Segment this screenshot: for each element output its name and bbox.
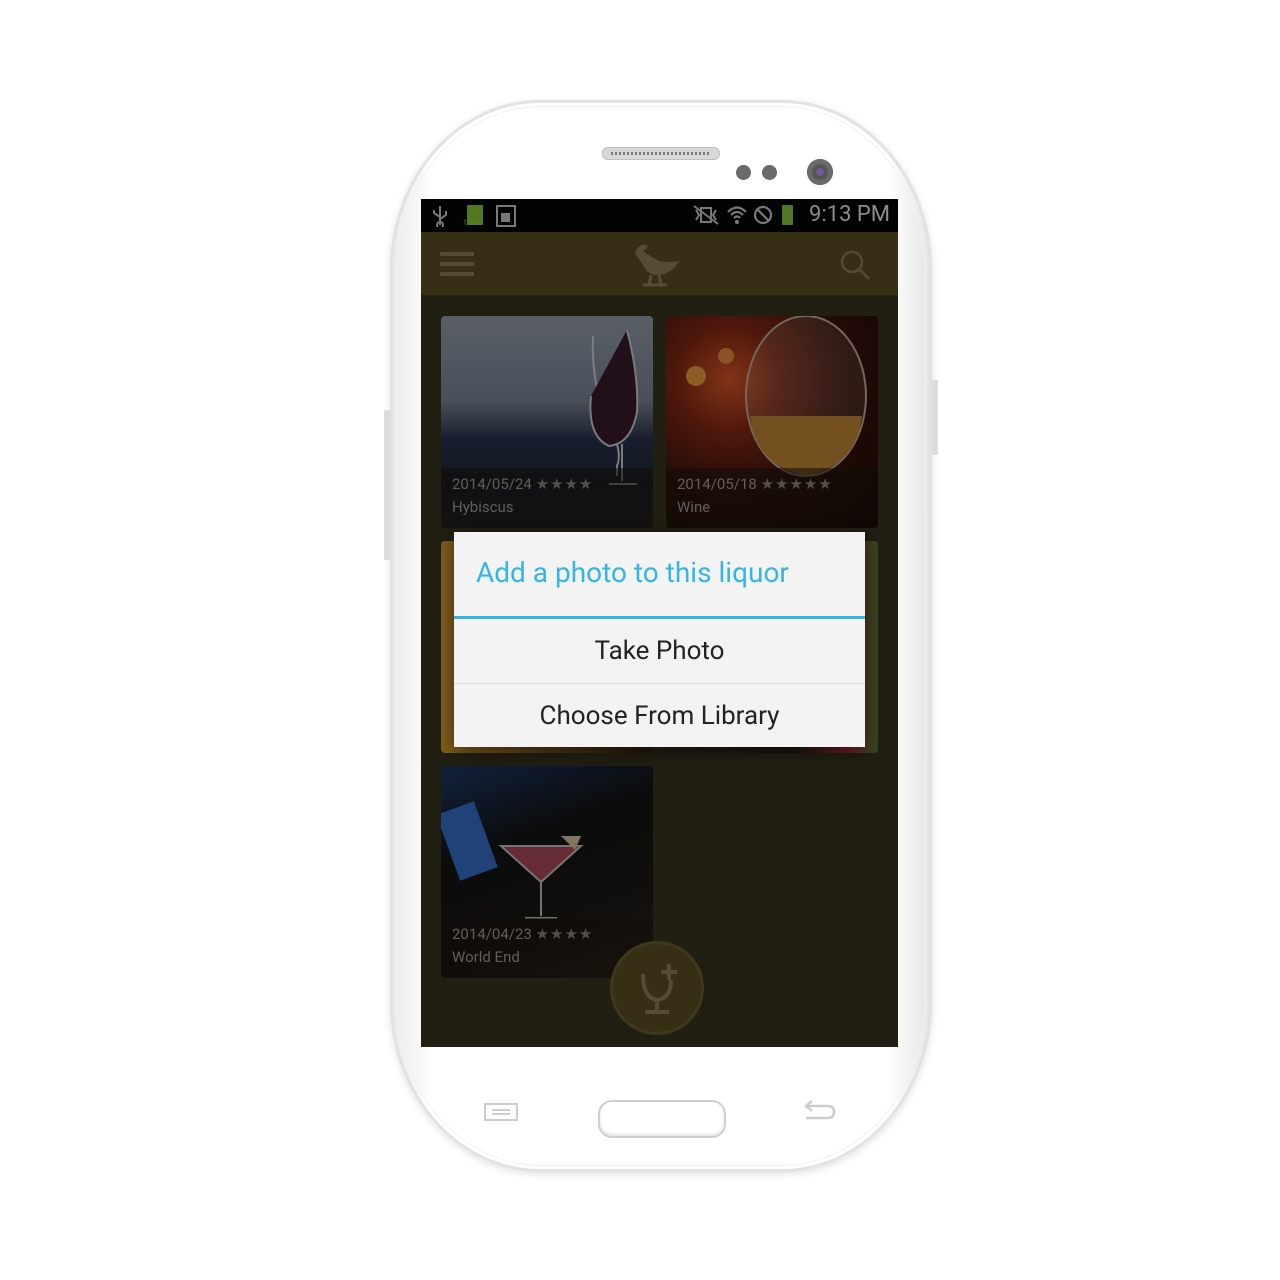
hardware-back-icon[interactable] xyxy=(800,1098,836,1124)
device-screen: 100% 9:13 PM 2014/05/24 ★★★★ Hybiscus 20… xyxy=(421,199,898,1047)
hardware-home-button[interactable] xyxy=(598,1100,726,1138)
earpiece-speaker xyxy=(602,147,720,160)
front-camera-icon xyxy=(807,159,833,185)
add-photo-dialog: Add a photo to this liquor Take Photo Ch… xyxy=(454,532,865,747)
volume-button[interactable] xyxy=(384,410,390,560)
power-button[interactable] xyxy=(932,380,938,455)
take-photo-option[interactable]: Take Photo xyxy=(454,619,865,683)
light-sensor xyxy=(762,165,777,180)
proximity-sensor xyxy=(736,165,751,180)
hardware-menu-icon[interactable] xyxy=(484,1103,518,1121)
dialog-title: Add a photo to this liquor xyxy=(476,556,789,589)
choose-from-library-option[interactable]: Choose From Library xyxy=(454,684,865,748)
